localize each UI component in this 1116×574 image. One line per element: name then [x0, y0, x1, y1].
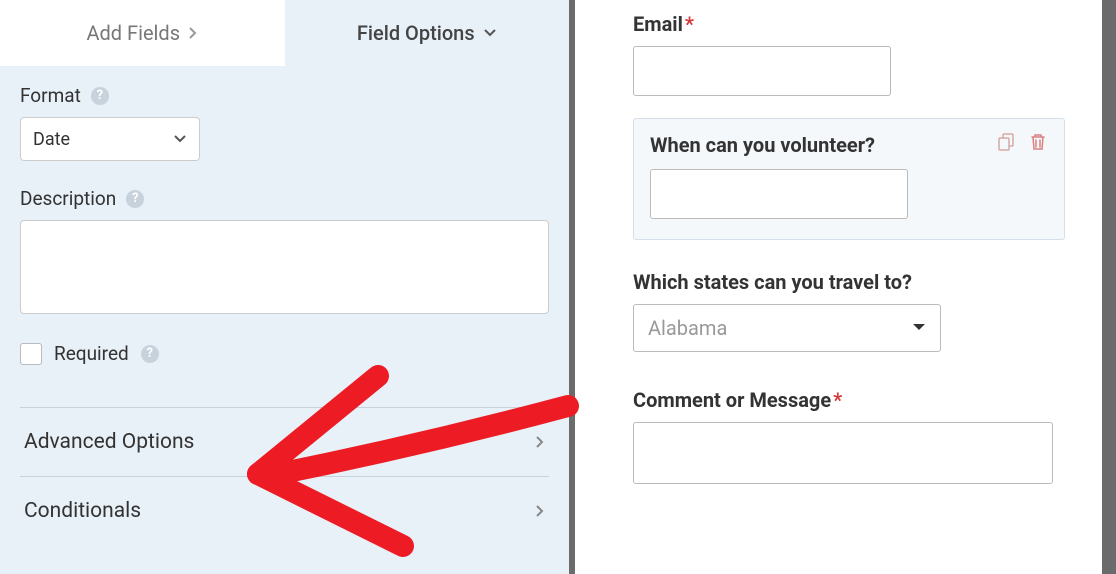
required-star-icon: *	[685, 12, 694, 36]
comment-input[interactable]	[633, 422, 1053, 484]
chevron-down-icon	[483, 28, 497, 38]
description-label: Description	[20, 187, 116, 210]
email-input[interactable]	[633, 46, 891, 96]
comment-label: Comment or Message*	[633, 388, 1086, 412]
format-select-value: Date	[33, 129, 70, 150]
required-checkbox[interactable]	[20, 343, 42, 365]
help-icon[interactable]: ?	[141, 345, 159, 363]
sidebar: Add Fields Field Options Format ? Date	[0, 0, 575, 574]
description-label-row: Description ?	[20, 187, 549, 210]
field-actions	[998, 133, 1050, 153]
caret-down-icon	[912, 323, 926, 333]
accordion-label: Advanced Options	[24, 430, 194, 454]
accordion-advanced-options[interactable]: Advanced Options	[20, 407, 549, 476]
required-label: Required	[54, 342, 129, 365]
required-row: Required ?	[20, 342, 549, 365]
help-icon[interactable]: ?	[91, 87, 109, 105]
tabs: Add Fields Field Options	[0, 0, 569, 66]
field-label-text: Email	[633, 12, 683, 36]
format-label-row: Format ?	[20, 84, 549, 107]
states-select-value: Alabama	[648, 316, 727, 340]
chevron-right-icon	[535, 435, 545, 449]
format-select[interactable]: Date	[20, 117, 200, 161]
email-label: Email*	[633, 12, 1086, 36]
comment-field-block[interactable]: Comment or Message*	[633, 388, 1086, 484]
chevron-right-icon	[188, 26, 198, 40]
tab-label: Field Options	[357, 21, 475, 45]
form-preview: Email* When can you volunteer? Which sta…	[575, 0, 1116, 574]
states-select[interactable]: Alabama	[633, 304, 941, 352]
states-label: Which states can you travel to?	[633, 270, 1086, 294]
field-label-text: Comment or Message	[633, 388, 831, 412]
format-label: Format	[20, 84, 81, 107]
states-field-block[interactable]: Which states can you travel to? Alabama	[633, 270, 1086, 352]
field-options-panel: Format ? Date Description ? Required ? A	[0, 66, 569, 545]
accordion-label: Conditionals	[24, 499, 141, 523]
description-input[interactable]	[20, 220, 549, 314]
volunteer-label: When can you volunteer?	[650, 133, 1048, 157]
help-icon[interactable]: ?	[126, 190, 144, 208]
tab-field-options[interactable]: Field Options	[285, 0, 570, 66]
trash-icon[interactable]	[1030, 133, 1050, 153]
required-star-icon: *	[833, 388, 842, 412]
volunteer-field-block[interactable]: When can you volunteer?	[633, 118, 1065, 240]
accordion-conditionals[interactable]: Conditionals	[20, 476, 549, 545]
tab-label: Add Fields	[86, 21, 180, 45]
chevron-right-icon	[535, 504, 545, 518]
email-field-block[interactable]: Email*	[633, 12, 1086, 96]
duplicate-icon[interactable]	[998, 133, 1018, 153]
volunteer-input[interactable]	[650, 169, 908, 219]
chevron-down-icon	[173, 134, 187, 144]
tab-add-fields[interactable]: Add Fields	[0, 0, 285, 66]
